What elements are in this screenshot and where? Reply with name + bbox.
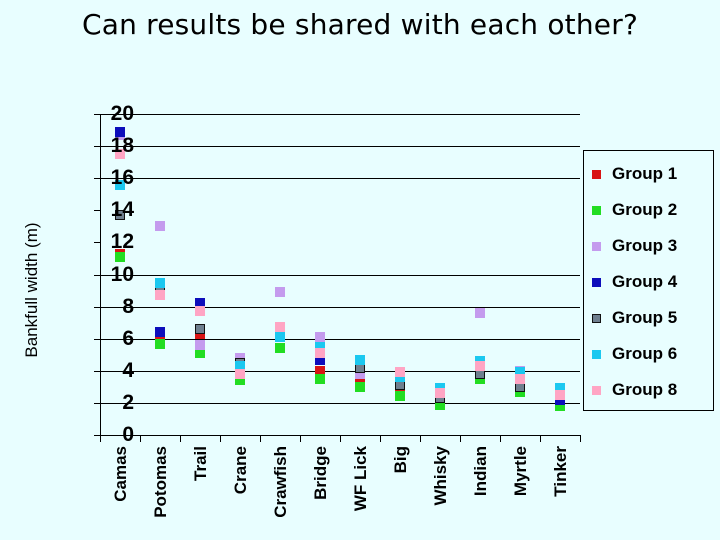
legend-item-label: Group 5 — [612, 308, 678, 327]
gridline — [100, 338, 580, 340]
x-tick-label: Indian — [471, 446, 490, 497]
data-point — [475, 308, 485, 319]
legend-item[interactable]: Group 2 — [592, 200, 677, 220]
x-tick-label: WF Lick — [351, 446, 370, 512]
legend-color-swatch — [592, 349, 601, 359]
y-tick-label: 6 — [122, 326, 134, 350]
y-tick-label: 2 — [122, 390, 134, 414]
data-point — [395, 391, 405, 402]
data-point — [155, 221, 165, 232]
gridline — [100, 114, 580, 115]
legend-item[interactable]: Group 4 — [592, 272, 677, 292]
legend-item-label: Group 6 — [612, 344, 678, 363]
data-point — [275, 332, 285, 343]
x-tick-label: Myrtle — [511, 446, 530, 497]
y-tick-label: 0 — [122, 423, 134, 446]
x-tick-label: Bridge — [311, 446, 330, 500]
x-tick-mark — [340, 435, 341, 442]
y-tick-label: 4 — [122, 358, 134, 382]
legend-item-label: Group 2 — [612, 200, 678, 219]
x-tick-mark — [580, 435, 581, 442]
data-point — [195, 306, 205, 317]
chart-container: Bankfull width (m) 0 2 4 6 8 10 12 14 16 18 20 Cam… — [0, 90, 720, 540]
data-point — [155, 290, 165, 301]
data-point — [115, 251, 125, 262]
legend-item[interactable]: Group 3 — [592, 236, 677, 256]
legend-item[interactable]: Group 5 — [592, 308, 677, 328]
data-point — [435, 388, 445, 399]
legend-color-swatch — [592, 241, 601, 251]
legend-item[interactable]: Group 1 — [592, 164, 677, 184]
y-tick-label: 20 — [110, 102, 134, 125]
legend-color-swatch — [592, 313, 601, 323]
y-tick-label: 16 — [110, 166, 134, 190]
data-point — [155, 327, 165, 338]
legend-color-swatch — [592, 169, 601, 179]
x-tick-mark — [300, 435, 301, 442]
x-tick-label: Crane — [231, 446, 250, 495]
x-tick-label: Tinker — [551, 446, 570, 497]
data-point — [315, 373, 325, 384]
data-point — [355, 381, 365, 392]
x-tick-mark — [460, 435, 461, 442]
y-tick-label: 8 — [122, 294, 134, 318]
page-title: Can results be shared with each other? — [81, 8, 639, 41]
data-point — [155, 338, 165, 349]
legend-item[interactable]: Group 8 — [592, 380, 677, 400]
y-tick-label: 12 — [110, 230, 134, 254]
x-tick-mark — [500, 435, 501, 442]
x-tick-mark — [180, 435, 181, 442]
x-tick-mark — [380, 435, 381, 442]
data-point — [275, 287, 285, 298]
data-point — [475, 360, 485, 371]
data-point — [195, 340, 205, 351]
legend-color-swatch — [592, 277, 601, 287]
x-tick-label: Whisky — [431, 446, 450, 506]
x-tick-mark — [220, 435, 221, 442]
x-tick-mark — [260, 435, 261, 442]
gridline — [100, 146, 580, 148]
x-tick-mark — [540, 435, 541, 442]
legend-color-swatch — [592, 205, 601, 215]
x-tick-mark — [140, 435, 141, 442]
x-tick-mark — [420, 435, 421, 442]
data-point — [355, 354, 365, 365]
chart-legend: Group 1 Group 2 Group 3 Group 4 Group 5 Group… — [583, 150, 714, 411]
y-axis-label: Bankfull width (m) — [22, 222, 41, 358]
slide-canvas: Can results be shared with each other? B… — [0, 0, 720, 540]
x-tick-label: Crawfish — [271, 446, 290, 518]
plot-area — [94, 114, 581, 442]
legend-item-label: Group 3 — [612, 236, 678, 255]
y-tick-label: 18 — [110, 134, 134, 158]
data-point — [235, 369, 245, 379]
legend-color-swatch — [592, 385, 601, 395]
gridline — [100, 306, 580, 308]
x-tick-label: Potomas — [151, 446, 170, 518]
legend-item-label: Group 4 — [612, 272, 678, 291]
legend-item-label: Group 1 — [612, 164, 678, 183]
data-point — [195, 324, 205, 335]
data-point — [315, 332, 325, 343]
data-point — [515, 373, 525, 384]
legend-item[interactable]: Group 6 — [592, 344, 677, 364]
x-tick-label: Camas — [111, 446, 130, 502]
data-point — [395, 367, 405, 378]
legend-item-label: Group 8 — [612, 380, 678, 399]
gridline — [100, 178, 580, 180]
data-point — [315, 348, 325, 359]
data-point — [155, 277, 165, 288]
data-point — [555, 389, 565, 400]
data-point — [275, 343, 285, 354]
data-point — [275, 322, 285, 333]
gridline — [100, 370, 580, 372]
gridline — [100, 274, 580, 276]
gridline — [100, 402, 580, 404]
y-tick-label: 10 — [110, 262, 134, 286]
y-tick-label: 14 — [110, 198, 134, 222]
x-tick-label: Trail — [191, 446, 210, 481]
x-tick-label: Big — [391, 446, 410, 474]
